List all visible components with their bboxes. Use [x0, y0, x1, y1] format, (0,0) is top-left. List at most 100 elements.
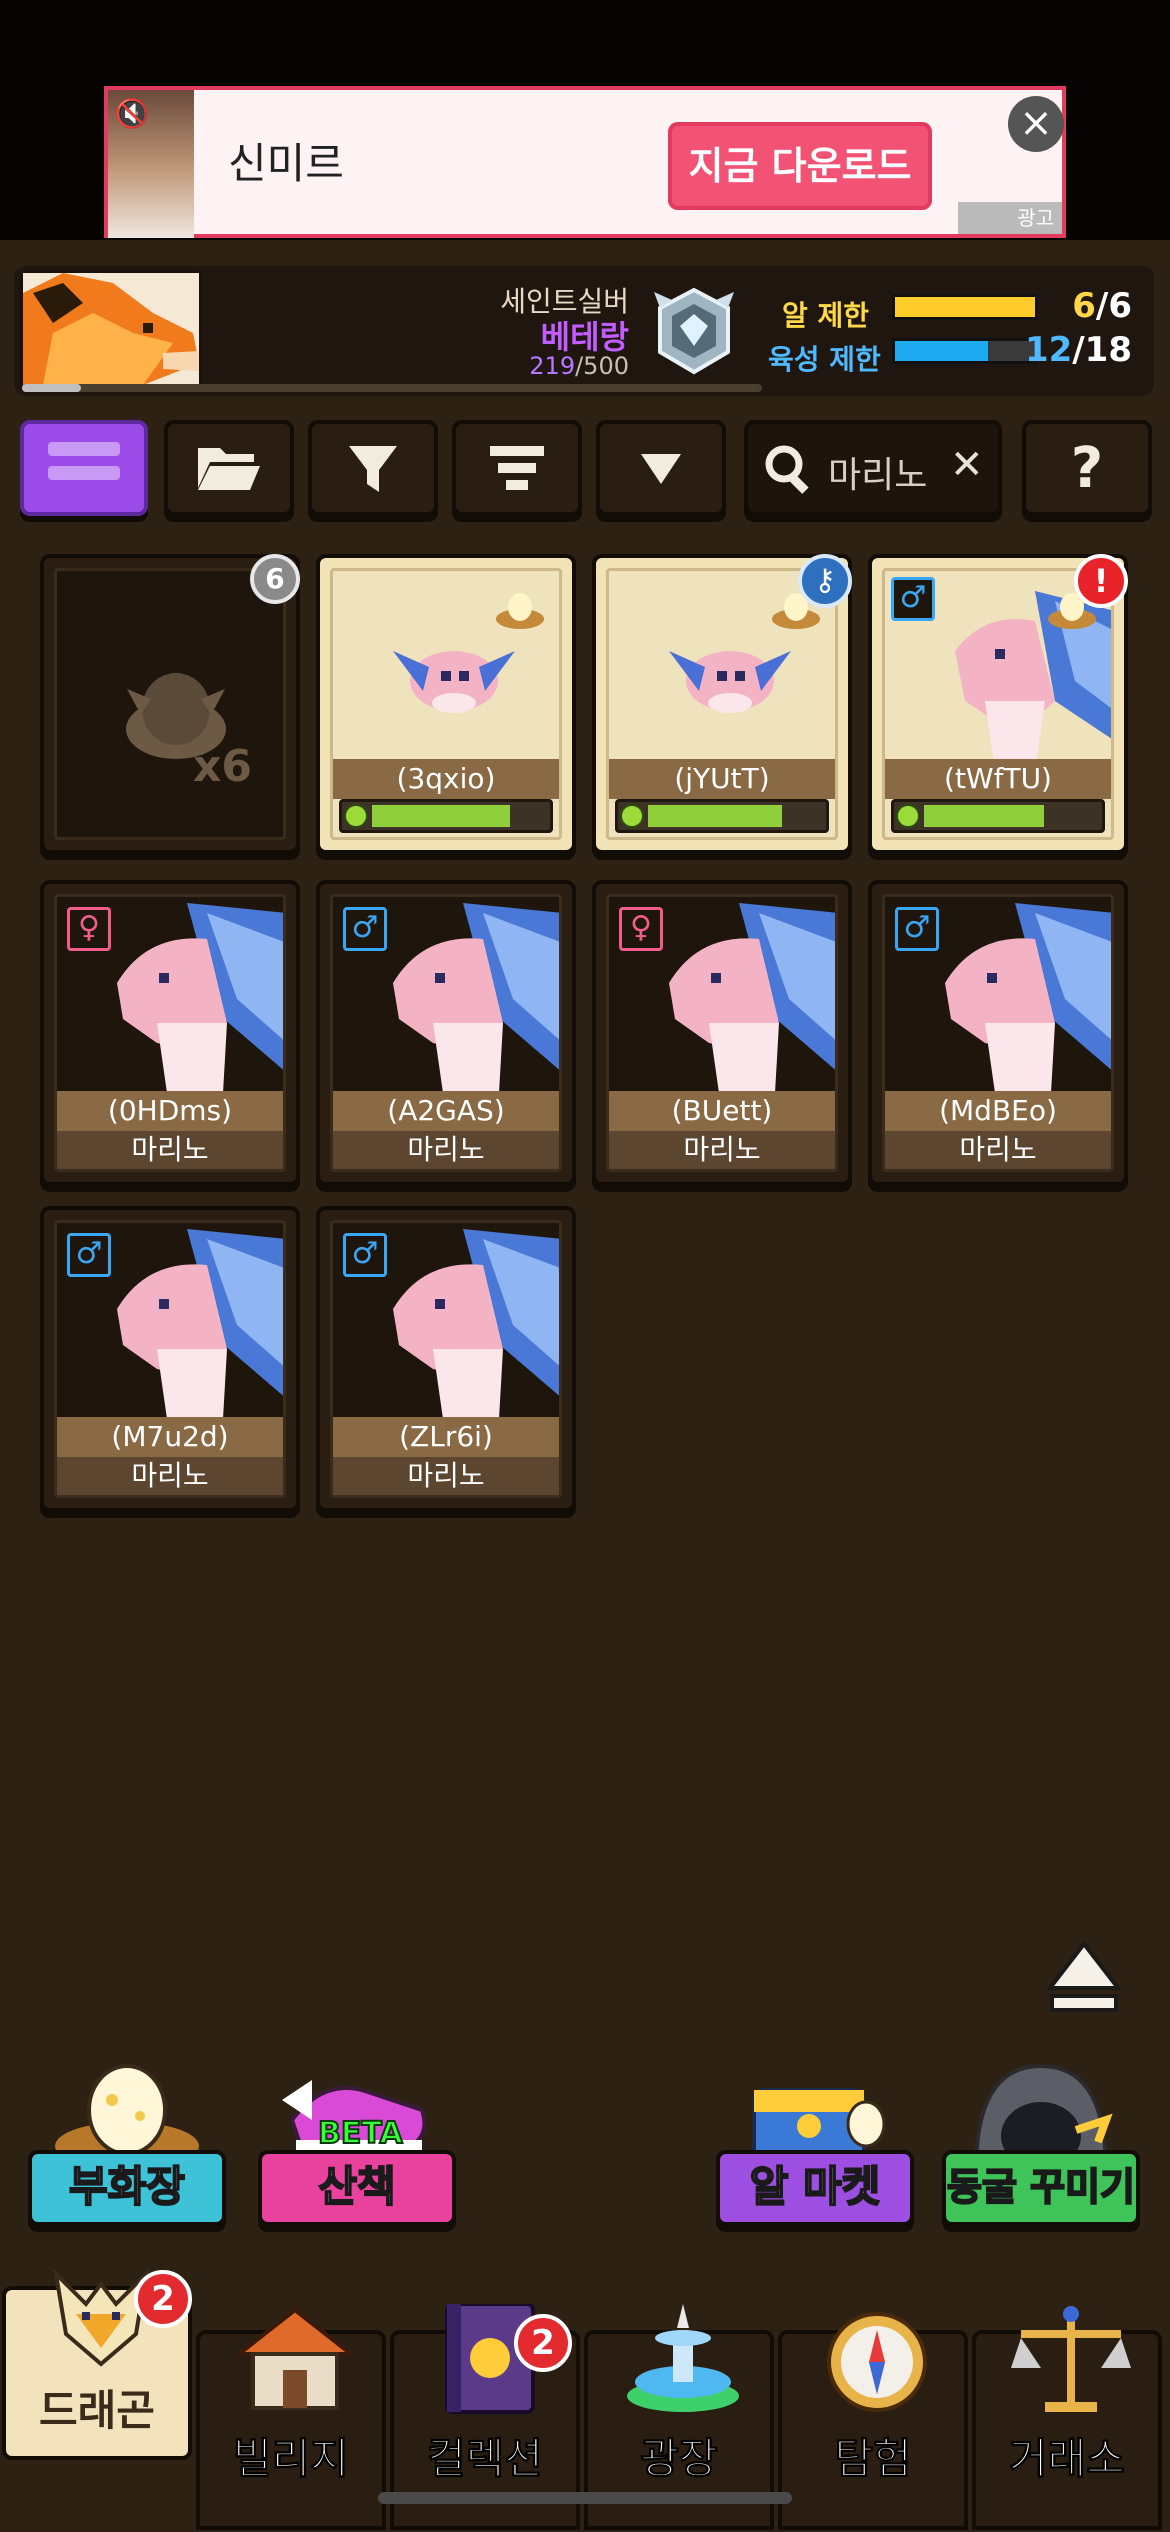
tab-exchange-label: 거래소	[1009, 2434, 1126, 2484]
egg-limit-bar	[892, 294, 1038, 320]
growth-bar	[339, 799, 553, 833]
dragon-badge: 2	[134, 2270, 192, 2328]
dragon-card[interactable]: ♀ (0HDms) 마리노	[40, 880, 300, 1186]
male-icon: ♂	[891, 577, 935, 621]
rank-points: 219/500	[529, 352, 629, 380]
folder-button[interactable]	[164, 420, 294, 516]
player-header: 세인트실버 베테랑 219/500 알 제한 6/6 육성 제한 12/18	[14, 266, 1154, 396]
egg-count-label: x6	[193, 741, 252, 792]
tab-exchange[interactable]: 거래소	[972, 2306, 1162, 2530]
egg-name: (jYUtT)	[609, 759, 835, 799]
search-input[interactable]: 마리노	[828, 446, 927, 498]
folder-icon	[198, 448, 260, 490]
cave-decor-label: 동굴 꾸미기	[942, 2150, 1140, 2226]
dragon-name: (M7u2d)	[57, 1417, 283, 1457]
egg-limit-value: 6/6	[1072, 286, 1132, 326]
collection-badge: 2	[514, 2314, 572, 2372]
happy-face-icon	[620, 804, 644, 828]
incubator-button[interactable]: 부화장	[22, 2060, 232, 2230]
egg-market-button[interactable]: 알 마켓	[710, 2060, 920, 2230]
tab-dragon[interactable]: 2 드래곤	[2, 2268, 192, 2460]
dragon-name: (A2GAS)	[333, 1091, 559, 1131]
walk-button[interactable]: BETA 산책	[252, 2060, 462, 2230]
dragon-portrait-icon	[23, 273, 199, 385]
dragon-species: 마리노	[57, 1457, 283, 1495]
egg-storage-slot[interactable]: x6 6	[40, 554, 300, 854]
filter-icon	[349, 446, 397, 492]
dragon-card[interactable]: ♂ (ZLr6i) 마리노	[316, 1206, 576, 1512]
ad-thumbnail: 🔇	[108, 90, 194, 238]
clear-search-icon[interactable]: ✕	[950, 442, 984, 488]
egg-dragon-icon	[393, 651, 515, 713]
happy-face-icon	[896, 804, 920, 828]
tab-village-label: 빌리지	[233, 2434, 350, 2484]
egg-card[interactable]: (jYUtT) ⚷	[592, 554, 852, 854]
chevron-down-icon	[641, 454, 681, 484]
egg-dragon-icon	[669, 651, 791, 713]
search-box[interactable]: 마리노 ✕	[744, 420, 1002, 516]
tab-village[interactable]: 빌리지	[196, 2307, 386, 2530]
dragon-name: (MdBEo)	[885, 1091, 1111, 1131]
close-icon[interactable]: ×	[1008, 96, 1064, 152]
ad-download-button[interactable]: 지금 다운로드	[668, 122, 932, 210]
breed-limit-bar	[892, 338, 1038, 364]
growth-bar	[891, 799, 1105, 833]
dragon-species: 마리노	[885, 1131, 1111, 1169]
dragon-card[interactable]: ♂ (MdBEo) 마리노	[868, 880, 1128, 1186]
sort-icon	[490, 446, 544, 490]
scroll-top-icon[interactable]	[1046, 1938, 1122, 2018]
nest-icon	[496, 593, 544, 629]
rank-badge-icon[interactable]	[654, 286, 734, 376]
dragon-species: 마리노	[609, 1131, 835, 1169]
happy-face-icon	[344, 804, 368, 828]
marino-dragon-icon	[393, 1229, 559, 1419]
filter-button[interactable]	[308, 420, 438, 516]
breed-limit-value: 12/18	[1024, 330, 1132, 370]
egg-count-badge: 6	[250, 554, 300, 604]
male-icon: ♂	[67, 1233, 111, 1277]
sort-button[interactable]	[452, 420, 582, 516]
egg-name: (3qxio)	[333, 759, 559, 799]
walk-label: 산책	[258, 2150, 456, 2226]
menu-button[interactable]	[20, 420, 148, 516]
help-button[interactable]: ?	[1022, 420, 1152, 516]
dragon-card[interactable]: ♂ (M7u2d) 마리노	[40, 1206, 300, 1512]
house-icon	[235, 2307, 355, 2410]
player-avatar[interactable]	[20, 270, 202, 388]
ad-app-name: 신미르	[228, 139, 344, 188]
tab-explore-label: 탐험	[834, 2434, 912, 2484]
tab-dragon-label: 드래곤	[39, 2386, 155, 2435]
dragon-species: 마리노	[333, 1457, 559, 1495]
marino-dragon-icon	[945, 903, 1111, 1093]
ad-tag: 광고	[958, 202, 1062, 234]
key-icon: ⚷	[798, 554, 852, 608]
breed-limit-label: 육성 제한	[768, 343, 881, 376]
menu-icon	[48, 442, 120, 480]
marino-dragon-icon	[393, 903, 559, 1093]
sort-order-button[interactable]	[596, 420, 726, 516]
beta-badge: BETA	[317, 2115, 404, 2152]
dragon-card[interactable]: ♀ (BUett) 마리노	[592, 880, 852, 1186]
egg-name: (tWfTU)	[885, 759, 1111, 799]
tab-explore[interactable]: 탐험	[778, 2312, 968, 2530]
cave-decor-button[interactable]: 동굴 꾸미기	[936, 2060, 1146, 2230]
marino-dragon-icon	[117, 1229, 283, 1419]
female-icon: ♀	[67, 907, 111, 951]
female-icon: ♀	[619, 907, 663, 951]
dragon-species: 마리노	[57, 1131, 283, 1169]
male-icon: ♂	[895, 907, 939, 951]
incubator-label: 부화장	[28, 2150, 226, 2226]
egg-limit-label: 알 제한	[782, 299, 870, 332]
egg-market-label: 알 마켓	[716, 2150, 914, 2226]
mute-icon[interactable]: 🔇	[114, 96, 150, 132]
male-icon: ♂	[343, 907, 387, 951]
dragon-card[interactable]: ♂ (A2GAS) 마리노	[316, 880, 576, 1186]
tab-plaza-label: 광장	[640, 2434, 718, 2484]
ad-banner[interactable]: 🔇 신미르 지금 다운로드 × 광고	[104, 86, 1066, 238]
egg-card[interactable]: ♂ (tWfTU) !	[868, 554, 1128, 854]
dragon-name: (ZLr6i)	[333, 1417, 559, 1457]
scales-icon	[1011, 2306, 1131, 2412]
egg-card[interactable]: (3qxio)	[316, 554, 576, 854]
home-indicator	[378, 2492, 792, 2504]
alert-icon: !	[1074, 554, 1128, 608]
